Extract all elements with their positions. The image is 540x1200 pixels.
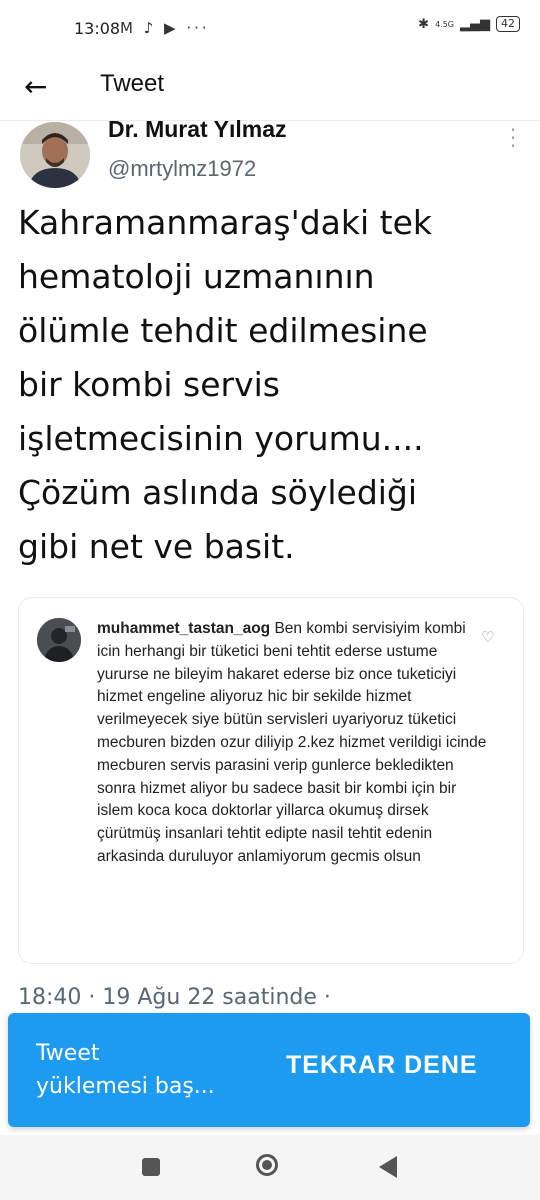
back-triangle-icon[interactable] xyxy=(379,1156,397,1178)
comment-body: muhammet_tastan_aog Ben kombi servisiyim… xyxy=(97,618,487,869)
heart-icon[interactable]: ♡ xyxy=(481,628,494,646)
bluetooth-icon: ✱ xyxy=(418,16,430,32)
top-bar: ← Tweet xyxy=(0,60,540,114)
author-handle[interactable]: @mrtylmz1972 xyxy=(108,156,256,182)
upload-error-snackbar: Tweet yüklemesi baş... TEKRAR DENE xyxy=(8,1013,530,1127)
status-bar: 13:08 M ♪ ▶ ··· ✱ 4.5G ▂▄▆ 42 xyxy=(0,0,540,60)
status-right: ✱ 4.5G ▂▄▆ 42 xyxy=(418,16,520,32)
tweet-timestamp: 18:40 · 19 Ağu 22 saatinde · xyxy=(18,985,331,1010)
retry-button[interactable]: TEKRAR DENE xyxy=(286,1051,478,1080)
square-icon[interactable] xyxy=(142,1158,160,1176)
more-options-icon[interactable]: · · · xyxy=(508,120,518,156)
system-nav-bar xyxy=(0,1135,540,1200)
commenter-avatar xyxy=(37,618,81,662)
home-circle-icon[interactable] xyxy=(256,1154,278,1176)
notification-icons: M ♪ ▶ ··· xyxy=(120,19,210,37)
author-avatar[interactable] xyxy=(20,122,90,188)
page-title: Tweet xyxy=(100,70,165,97)
tweet-text: Kahramanmaraş'daki tek hematoloji uzmanı… xyxy=(18,203,432,566)
signal-icon: ▂▄▆ xyxy=(460,16,490,32)
battery-indicator: 42 xyxy=(496,16,520,32)
comment-text: Ben kombi servisiyim kombi icin herhangi… xyxy=(97,620,487,865)
status-time: 13:08 xyxy=(74,19,121,38)
quoted-comment-card: muhammet_tastan_aog Ben kombi servisiyim… xyxy=(18,597,524,964)
arrow-left-icon[interactable]: ← xyxy=(24,70,47,103)
snackbar-message: Tweet yüklemesi baş... xyxy=(36,1041,215,1099)
author-name[interactable]: Dr. Murat Yılmaz xyxy=(108,116,287,143)
commenter-username: muhammet_tastan_aog xyxy=(97,620,271,637)
network-label: 4.5G xyxy=(435,19,454,29)
